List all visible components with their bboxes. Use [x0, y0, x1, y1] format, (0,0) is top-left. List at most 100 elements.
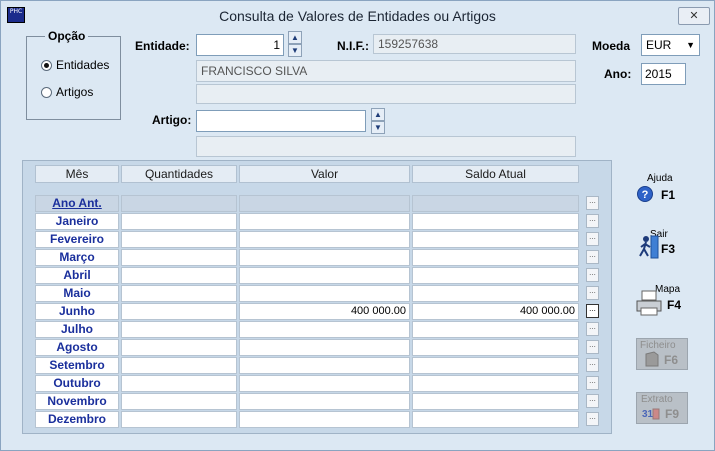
grid-cell-valor[interactable]	[239, 195, 410, 212]
grid-cell-saldo[interactable]	[412, 213, 579, 230]
title-bar: PHC Consulta de Valores de Entidades ou …	[1, 1, 714, 30]
radio-entidades[interactable]: Entidades	[41, 57, 109, 73]
row-detail-button[interactable]: ...	[586, 286, 599, 300]
row-detail-button[interactable]: ...	[586, 232, 599, 246]
grid-cell-valor[interactable]	[239, 357, 410, 374]
entidade-name-field: FRANCISCO SILVA	[196, 60, 576, 82]
grid-cell-valor[interactable]	[239, 339, 410, 356]
close-button[interactable]: ✕	[678, 7, 710, 25]
grid-cell-mes: Outubro	[35, 375, 119, 392]
row-detail-button[interactable]: ...	[586, 250, 599, 264]
ano-input[interactable]: 2015	[641, 63, 686, 85]
grid-cell-quantidades[interactable]	[121, 321, 237, 338]
artigo-spin-down[interactable]: ▼	[371, 121, 385, 134]
grid-cell-saldo[interactable]	[412, 285, 579, 302]
row-detail-button[interactable]: ...	[586, 376, 599, 390]
grid-cell-mes: Novembro	[35, 393, 119, 410]
exit-button[interactable]: Sair F3	[633, 229, 691, 267]
file-button-label: Ficheiro	[640, 340, 676, 351]
grid-cell-valor[interactable]	[239, 267, 410, 284]
grid-cell-quantidades[interactable]	[121, 375, 237, 392]
grid-cell-quantidades[interactable]	[121, 267, 237, 284]
grid-cell-saldo[interactable]: 400 000.00	[412, 303, 579, 320]
grid-cell-valor[interactable]	[239, 285, 410, 302]
grid-cell-saldo[interactable]	[412, 393, 579, 410]
grid-cell-valor[interactable]	[239, 393, 410, 410]
moeda-select[interactable]: EUR ▼	[641, 34, 700, 56]
grid-cell-mes: Setembro	[35, 357, 119, 374]
grid-cell-saldo[interactable]	[412, 339, 579, 356]
grid-cell-quantidades[interactable]	[121, 303, 237, 320]
grid-cell-valor[interactable]	[239, 321, 410, 338]
help-icon: ?	[637, 186, 653, 202]
grid-cell-saldo[interactable]	[412, 267, 579, 284]
row-detail-button[interactable]: ...	[586, 268, 599, 282]
grid-cell-quantidades[interactable]	[121, 213, 237, 230]
radio-artigos-label: Artigos	[56, 85, 94, 99]
radio-artigos-indicator[interactable]	[41, 86, 52, 98]
grid-cell-saldo[interactable]	[412, 231, 579, 248]
artigo-label: Artigo:	[152, 113, 192, 127]
svg-text:?: ?	[642, 189, 649, 201]
grid-cell-mes: Março	[35, 249, 119, 266]
opcao-group-title: Opção	[45, 29, 89, 43]
grid-cell-saldo[interactable]	[412, 195, 579, 212]
grid-cell-valor[interactable]	[239, 411, 410, 428]
file-button-key: F6	[664, 353, 679, 367]
grid-cell-saldo[interactable]	[412, 357, 579, 374]
row-detail-button[interactable]: ...	[586, 196, 599, 210]
map-button-key: F4	[667, 298, 682, 312]
grid-cell-quantidades[interactable]	[121, 411, 237, 428]
row-detail-button[interactable]: ...	[586, 394, 599, 408]
radio-entidades-label: Entidades	[56, 58, 110, 72]
statement-button-label: Extrato	[641, 394, 673, 405]
grid-cell-quantidades[interactable]	[121, 393, 237, 410]
window-title: Consulta de Valores de Entidades ou Arti…	[219, 8, 496, 24]
column-header-saldo-atual: Saldo Atual	[412, 165, 579, 183]
row-detail-button[interactable]: ...	[586, 322, 599, 336]
grid-cell-mes: Agosto	[35, 339, 119, 356]
grid-cell-mes: Fevereiro	[35, 231, 119, 248]
grid-cell-quantidades[interactable]	[121, 249, 237, 266]
main-window: PHC Consulta de Valores de Entidades ou …	[0, 0, 715, 451]
grid-cell-saldo[interactable]	[412, 249, 579, 266]
grid-cell-quantidades[interactable]	[121, 285, 237, 302]
entidade-label: Entidade:	[135, 39, 190, 53]
grid-cell-quantidades[interactable]	[121, 231, 237, 248]
artigo-input[interactable]	[196, 110, 366, 132]
artigo-spin-up[interactable]: ▲	[371, 108, 385, 121]
grid-cell-mes: Maio	[35, 285, 119, 302]
row-detail-button[interactable]: ...	[586, 214, 599, 228]
printer-icon	[636, 290, 662, 316]
grid-cell-valor[interactable]: 400 000.00	[239, 303, 410, 320]
grid-cell-valor[interactable]	[239, 213, 410, 230]
grid-cell-valor[interactable]	[239, 375, 410, 392]
entidade-input[interactable]: 1	[196, 34, 284, 56]
grid-cell-saldo[interactable]	[412, 375, 579, 392]
row-detail-button[interactable]: ...	[586, 358, 599, 372]
file-button[interactable]: Ficheiro F6	[636, 338, 688, 370]
row-detail-button[interactable]: ...	[586, 412, 599, 426]
exit-button-key: F3	[661, 242, 676, 256]
row-detail-button[interactable]: ...	[586, 304, 599, 318]
column-header-mes: Mês	[35, 165, 119, 183]
radio-entidades-indicator[interactable]	[41, 59, 52, 71]
statement-button[interactable]: Extrato 31 F9	[636, 392, 688, 424]
grid-cell-saldo[interactable]	[412, 321, 579, 338]
row-detail-button[interactable]: ...	[586, 340, 599, 354]
grid-cell-quantidades[interactable]	[121, 195, 237, 212]
entidade-extra-field	[196, 84, 576, 104]
entidade-spin-down[interactable]: ▼	[288, 44, 302, 57]
radio-artigos[interactable]: Artigos	[41, 84, 93, 100]
grid-cell-saldo[interactable]	[412, 411, 579, 428]
grid-cell-quantidades[interactable]	[121, 339, 237, 356]
help-button[interactable]: Ajuda ? F1	[633, 173, 691, 211]
entidade-spin-up[interactable]: ▲	[288, 31, 302, 44]
map-button[interactable]: Mapa F4	[633, 284, 691, 322]
grid-cell-mes: Julho	[35, 321, 119, 338]
grid-cell-valor[interactable]	[239, 249, 410, 266]
grid-cell-quantidades[interactable]	[121, 357, 237, 374]
grid-cell-mes: Janeiro	[35, 213, 119, 230]
column-header-valor: Valor	[239, 165, 410, 183]
grid-cell-valor[interactable]	[239, 231, 410, 248]
